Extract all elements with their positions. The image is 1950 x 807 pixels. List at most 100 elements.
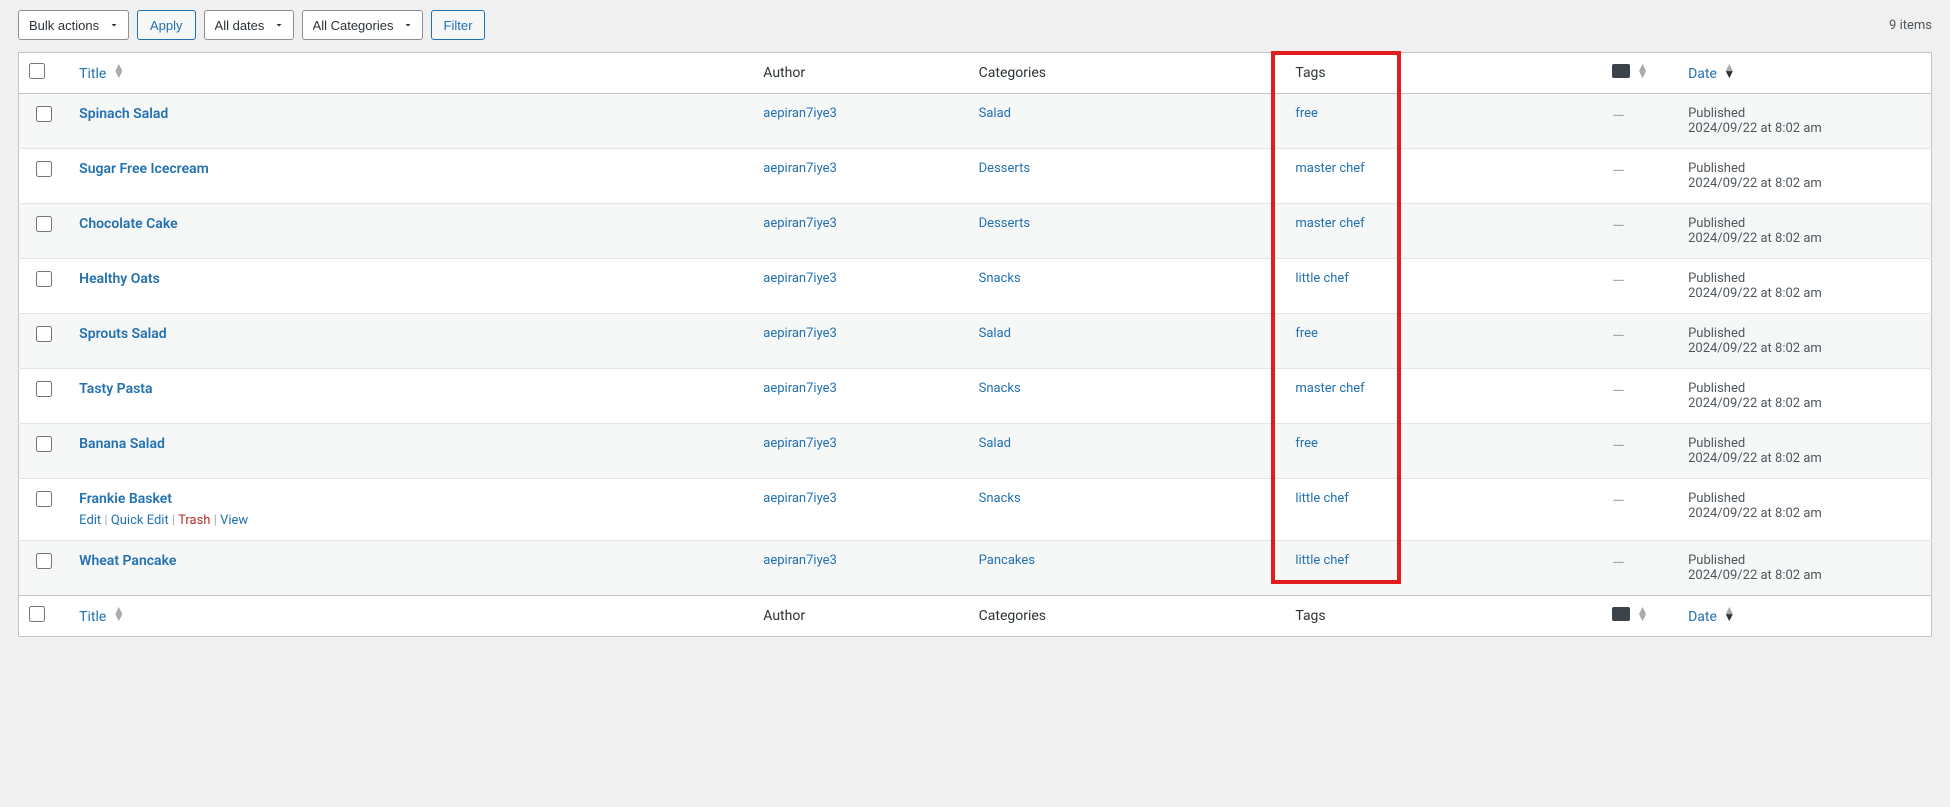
post-status: Published [1688,491,1921,506]
table-row: Sprouts Salad aepiran7iye3 Salad free — Publi… [19,314,1932,369]
author-link[interactable]: aepiran7iye3 [763,106,837,121]
post-date: 2024/09/22 at 8:02 am [1688,506,1921,521]
post-title-link[interactable]: Sugar Free Icecream [79,161,209,177]
categories-select[interactable]: All Categories [302,10,423,40]
tag-link[interactable]: free [1295,436,1318,451]
category-link[interactable]: Salad [979,106,1011,121]
category-link[interactable]: Desserts [979,216,1030,231]
category-link[interactable]: Desserts [979,161,1030,176]
filter-button[interactable]: Filter [431,10,486,40]
bulk-actions-select[interactable]: Bulk actions [18,10,129,40]
post-status: Published [1688,271,1921,286]
edit-link[interactable]: Edit [79,513,101,528]
post-title-link[interactable]: Banana Salad [79,436,165,452]
author-link[interactable]: aepiran7iye3 [763,436,837,451]
comments-column-header[interactable]: ▲▼ [1602,53,1678,94]
author-link[interactable]: aepiran7iye3 [763,161,837,176]
category-link[interactable]: Snacks [979,491,1021,506]
post-title-link[interactable]: Sprouts Salad [79,326,166,342]
author-link[interactable]: aepiran7iye3 [763,491,837,506]
author-column-header: Author [753,53,968,94]
tag-link[interactable]: master chef [1295,161,1364,176]
tags-column-header: Tags [1285,53,1602,94]
comments-column-header-footer[interactable]: ▲▼ [1602,596,1678,637]
select-all-checkbox-footer[interactable] [29,606,45,622]
row-checkbox[interactable] [36,106,52,122]
comments-count: — [1612,216,1625,235]
posts-table: Title ▲▼ Author Categories Tags ▲▼ Date … [18,52,1932,637]
post-date: 2024/09/22 at 8:02 am [1688,176,1921,191]
comments-count: — [1612,326,1625,345]
post-date: 2024/09/22 at 8:02 am [1688,396,1921,411]
sort-icon: ▲▼ [113,607,125,621]
row-checkbox[interactable] [36,216,52,232]
row-checkbox[interactable] [36,491,52,507]
comments-count: — [1612,271,1625,290]
post-title-link[interactable]: Frankie Basket [79,491,172,507]
view-link[interactable]: View [220,513,248,528]
table-row: Spinach Saladaepiran7iye3Saladfree—Publi… [19,94,1932,149]
comments-count: — [1612,491,1625,510]
table-row: Banana Saladaepiran7iye3Saladfree—Publis… [19,424,1932,479]
post-title-link[interactable]: Wheat Pancake [79,553,176,569]
row-checkbox[interactable] [36,161,52,177]
comment-icon [1612,64,1630,78]
page-wrap: Bulk actions Apply All dates All Categor… [18,10,1932,637]
comments-count: — [1612,553,1625,572]
post-status: Published [1688,326,1921,341]
table-row: Tasty Pasta aepiran7iye3 Snacks master chef… [19,369,1932,424]
author-link[interactable]: aepiran7iye3 [763,326,837,341]
author-link[interactable]: aepiran7iye3 [763,216,837,231]
category-link[interactable]: Pancakes [979,553,1035,568]
category-link[interactable]: Salad [979,436,1011,451]
sort-icon: ▲▼ [1637,64,1649,78]
dates-select[interactable]: All dates [204,10,294,40]
table-row: Wheat Pancake aepiran7iye3 Pancakes little … [19,541,1932,596]
author-link[interactable]: aepiran7iye3 [763,381,837,396]
tag-link[interactable]: little chef [1295,271,1349,286]
post-date: 2024/09/22 at 8:02 am [1688,568,1921,583]
tag-link[interactable]: little chef [1295,553,1349,568]
author-link[interactable]: aepiran7iye3 [763,271,837,286]
post-title-link[interactable]: Spinach Salad [79,106,168,122]
post-date: 2024/09/22 at 8:02 am [1688,231,1921,246]
comments-count: — [1612,161,1625,180]
tag-link[interactable]: free [1295,326,1318,341]
table-row: Chocolate Cake aepiran7iye3 Desserts master… [19,204,1932,259]
tag-link[interactable]: free [1295,106,1318,121]
row-checkbox[interactable] [36,326,52,342]
row-checkbox[interactable] [36,436,52,452]
tag-link[interactable]: master chef [1295,381,1364,396]
apply-button[interactable]: Apply [137,10,196,40]
sort-icon: ▲▼ [1723,607,1735,621]
trash-link[interactable]: Trash [178,513,210,528]
title-column-header[interactable]: Title ▲▼ [79,66,125,82]
post-date: 2024/09/22 at 8:02 am [1688,121,1921,136]
date-column-header[interactable]: Date ▲▼ [1688,66,1735,82]
comments-count: — [1612,106,1625,125]
date-column-header-footer[interactable]: Date ▲▼ [1688,609,1735,625]
tag-link[interactable]: master chef [1295,216,1364,231]
author-link[interactable]: aepiran7iye3 [763,553,837,568]
category-link[interactable]: Snacks [979,271,1021,286]
filter-bar: Bulk actions Apply All dates All Categor… [18,10,1932,40]
category-link[interactable]: Snacks [979,381,1021,396]
categories-column-header: Categories [969,53,1286,94]
post-title-link[interactable]: Tasty Pasta [79,381,152,397]
row-checkbox[interactable] [36,553,52,569]
row-checkbox[interactable] [36,381,52,397]
category-link[interactable]: Salad [979,326,1011,341]
row-checkbox[interactable] [36,271,52,287]
post-title-link[interactable]: Healthy Oats [79,271,160,287]
select-all-checkbox[interactable] [29,63,45,79]
quick-edit-link[interactable]: Quick Edit [111,513,169,528]
tag-link[interactable]: little chef [1295,491,1349,506]
title-column-header-footer[interactable]: Title ▲▼ [79,609,125,625]
row-actions: Edit | Quick Edit | Trash | View [79,513,743,528]
items-count: 9 items [1889,18,1932,33]
post-date: 2024/09/22 at 8:02 am [1688,341,1921,356]
post-title-link[interactable]: Chocolate Cake [79,216,177,232]
post-date: 2024/09/22 at 8:02 am [1688,451,1921,466]
table-row: Frankie Basket Edit | Quick Edit | Trash … [19,479,1932,541]
post-status: Published [1688,216,1921,231]
